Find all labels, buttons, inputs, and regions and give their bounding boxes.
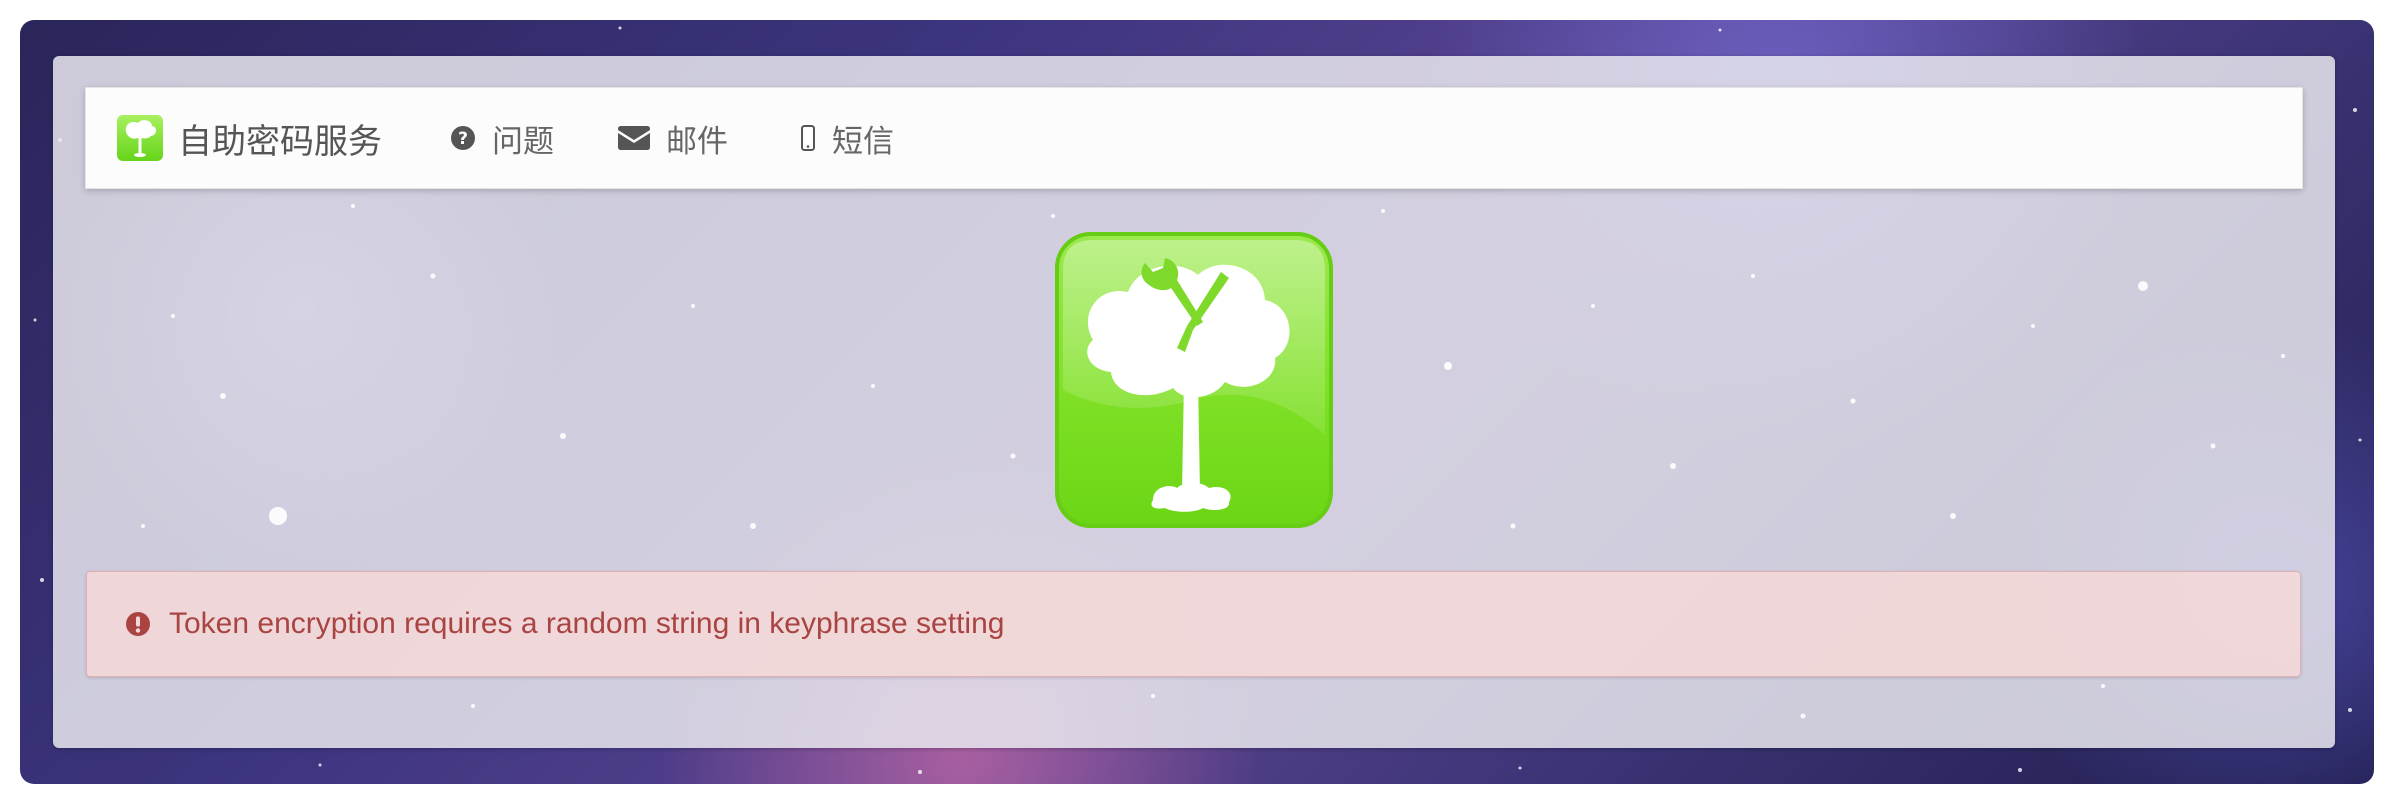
brand-title: 自助密码服务: [178, 122, 382, 161]
tree-wrench-logo-icon: [1055, 232, 1333, 528]
question-circle-icon: ?: [451, 126, 475, 150]
nav-item-mail[interactable]: 邮件: [618, 116, 728, 161]
svg-text:?: ?: [458, 129, 468, 149]
envelope-icon: [618, 126, 650, 150]
exclamation-circle-icon: [126, 612, 150, 636]
nav-item-sms[interactable]: 短信: [800, 116, 894, 161]
tree-logo-icon: [117, 115, 163, 161]
desktop-window: 自助密码服务 ? 问题 邮件 短信 Token encryption requi…: [20, 20, 2374, 784]
main-container: 自助密码服务 ? 问题 邮件 短信 Token encryption requi…: [53, 56, 2335, 748]
error-alert-message: Token encryption requires a random strin…: [169, 607, 1005, 640]
nav-item-sms-label: 短信: [832, 123, 894, 159]
nav-item-question-label: 问题: [492, 123, 554, 159]
nav-item-mail-label: 邮件: [666, 123, 728, 159]
error-alert: Token encryption requires a random strin…: [86, 571, 2301, 677]
mobile-phone-icon: [801, 125, 815, 151]
top-navbar: 自助密码服务 ? 问题 邮件 短信: [85, 87, 2303, 189]
nav-item-question[interactable]: ? 问题: [450, 116, 554, 161]
brand-link[interactable]: 自助密码服务: [116, 114, 382, 163]
